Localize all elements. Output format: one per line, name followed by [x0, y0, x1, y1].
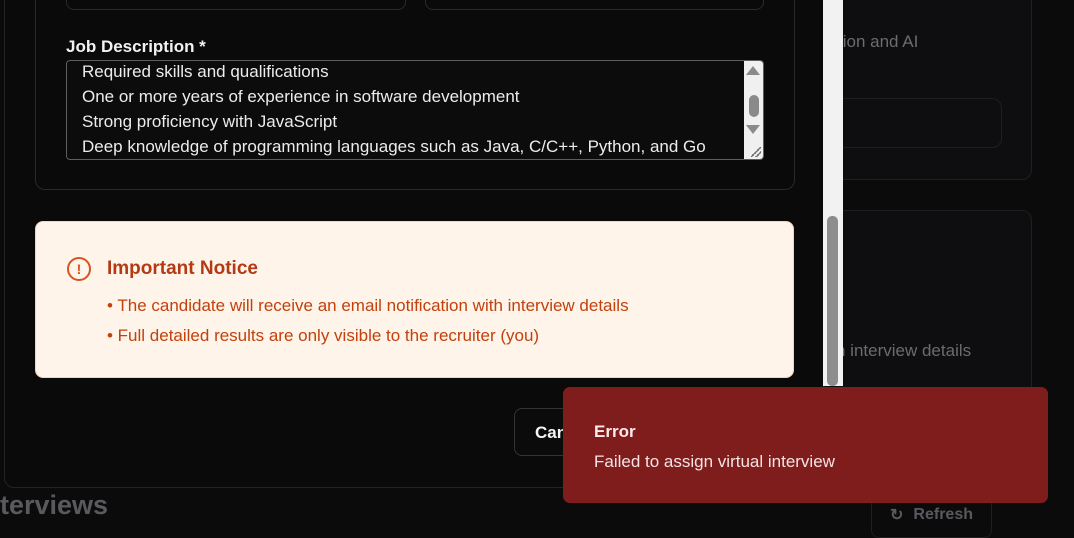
background-card-text: n interview details — [836, 341, 972, 360]
background-card-text: tion and AI — [838, 32, 919, 51]
job-description-text: Required skills and qualifications One o… — [82, 61, 706, 159]
job-description-line: Strong proficiency with JavaScript — [82, 112, 338, 131]
page-scroll-thumb[interactable] — [827, 216, 838, 386]
textarea-scroll-thumb[interactable] — [749, 95, 759, 117]
resize-grip-icon[interactable] — [751, 147, 761, 157]
background-input — [820, 98, 1002, 148]
alert-circle-icon: ! — [67, 257, 91, 281]
job-description-label: Job Description * — [66, 37, 206, 56]
job-description-line: Required skills and qualifications — [82, 62, 329, 81]
job-description-textarea[interactable]: Required skills and qualifications One o… — [66, 60, 764, 160]
important-notice: ! Important Notice • The candidate will … — [35, 221, 794, 378]
notice-title: Important Notice — [107, 258, 258, 279]
scroll-down-arrow-icon[interactable] — [746, 125, 760, 134]
error-toast: Error Failed to assign virtual interview — [563, 387, 1048, 503]
toast-message: Failed to assign virtual interview — [594, 452, 835, 471]
notice-item: • Full detailed results are only visible… — [107, 326, 540, 345]
toast-title: Error — [594, 422, 636, 441]
refresh-icon: ↻ — [890, 507, 904, 524]
scroll-up-arrow-icon[interactable] — [746, 66, 760, 75]
job-description-line: One or more years of experience in softw… — [82, 87, 520, 106]
refresh-label: Refresh — [913, 506, 973, 523]
job-description-line: Deep knowledge of programming languages … — [82, 137, 706, 156]
notice-item: • The candidate will receive an email no… — [107, 296, 629, 315]
background-section-heading: terviews — [0, 490, 109, 520]
